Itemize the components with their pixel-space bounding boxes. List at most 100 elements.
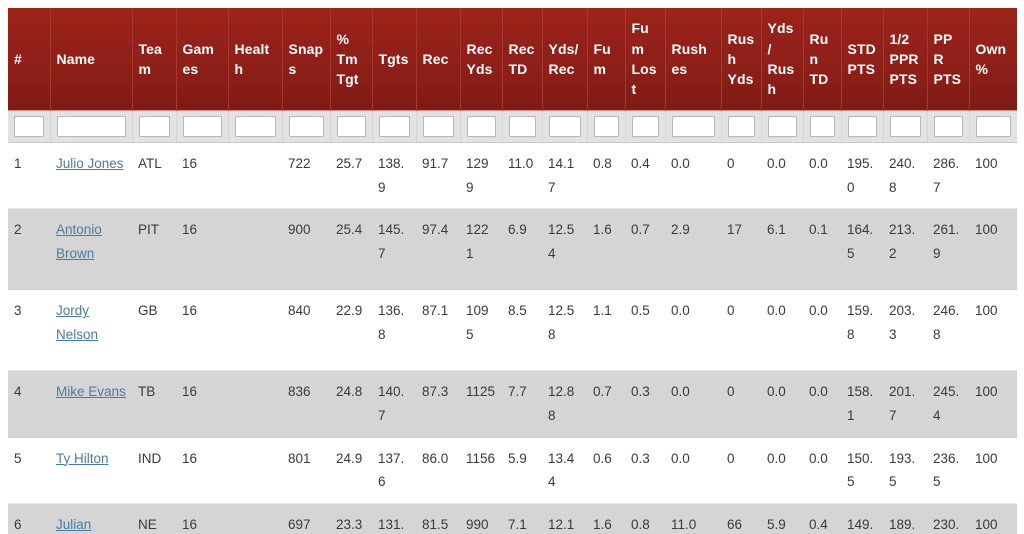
column-header-rushes[interactable]: Rushes: [664, 8, 722, 111]
cell-pct_tm_tgt: 23.3: [330, 503, 372, 534]
cell-fum: 1.1: [587, 289, 625, 372]
filter-cell-fum_lost: [625, 110, 666, 143]
column-header-name[interactable]: Name: [49, 8, 133, 111]
filter-input-rush_yds[interactable]: [727, 116, 755, 137]
cell-pct_tm_tgt: 24.8: [330, 370, 372, 438]
filter-input-rank[interactable]: [14, 116, 44, 137]
column-header-yds_rec[interactable]: Yds/ Rec: [541, 8, 588, 111]
cell-half_ppr_pts: 213.2: [883, 208, 927, 291]
filter-input-own_pct[interactable]: [975, 116, 1011, 137]
cell-own_pct: 100: [969, 289, 1017, 372]
cell-team: TB: [132, 370, 176, 438]
filter-input-run_td[interactable]: [809, 116, 835, 137]
cell-rec: 97.4: [416, 208, 460, 291]
filter-cell-snaps: [282, 110, 331, 143]
cell-rank: 6: [8, 503, 50, 534]
column-header-run_td[interactable]: Run TD: [802, 8, 842, 111]
player-name-link[interactable]: Ty Hilton: [56, 451, 109, 466]
column-header-fum[interactable]: Fum: [586, 8, 626, 111]
cell-rush_yds: 0: [721, 437, 761, 504]
cell-rec_td: 11.0: [502, 142, 542, 210]
cell-fum_lost: 0.4: [625, 142, 665, 210]
cell-yds_rush: 0.0: [761, 437, 803, 504]
column-header-half_ppr_pts[interactable]: 1/2 PPR PTS: [882, 8, 928, 111]
filter-input-fum_lost[interactable]: [631, 116, 659, 137]
cell-pct_tm_tgt: 25.7: [330, 142, 372, 210]
cell-run_td: 0.0: [803, 289, 841, 372]
cell-run_td: 0.0: [803, 437, 841, 504]
filter-input-pct_tm_tgt[interactable]: [336, 116, 366, 137]
filter-input-fum[interactable]: [593, 116, 619, 137]
cell-fum: 1.6: [587, 208, 625, 291]
cell-run_td: 0.4: [803, 503, 841, 534]
column-header-rank[interactable]: #: [8, 8, 51, 111]
filter-input-name[interactable]: [56, 116, 126, 137]
column-header-rush_yds[interactable]: Rush Yds: [720, 8, 762, 111]
column-header-yds_rush[interactable]: Yds/ Rush: [760, 8, 804, 111]
cell-yds_rush: 0.0: [761, 370, 803, 438]
cell-health: [228, 370, 282, 438]
player-name-link[interactable]: Antonio Brown: [56, 222, 102, 261]
filter-input-tgts[interactable]: [378, 116, 410, 137]
filter-input-games[interactable]: [182, 116, 222, 137]
column-header-health[interactable]: Health: [227, 8, 283, 111]
cell-name: Antonio Brown: [50, 208, 132, 291]
filter-input-ppr_pts[interactable]: [933, 116, 963, 137]
filter-input-team[interactable]: [138, 116, 170, 137]
column-filter-row[interactable]: [8, 110, 1017, 143]
column-header-tgts[interactable]: Tgts: [371, 8, 417, 111]
table-row: 6 Julian Edelman NE16 69723.3131.981.59907.…: [8, 503, 1017, 534]
cell-name: Mike Evans: [50, 370, 132, 438]
filter-input-std_pts[interactable]: [847, 116, 877, 137]
cell-health: [228, 437, 282, 504]
cell-half_ppr_pts: 201.7: [883, 370, 927, 438]
cell-games: 16: [176, 208, 228, 291]
cell-yds_rec: 12.88: [542, 370, 587, 438]
column-header-ppr_pts[interactable]: PPR PTS: [926, 8, 970, 111]
column-header-std_pts[interactable]: STD PTS: [840, 8, 884, 111]
filter-input-rushes[interactable]: [671, 116, 715, 137]
column-header-pct_tm_tgt[interactable]: % Tm Tgt: [329, 8, 373, 111]
column-header-own_pct[interactable]: Own%: [968, 8, 1017, 111]
filter-cell-rec_yds: [460, 110, 503, 143]
cell-half_ppr_pts: 203.3: [883, 289, 927, 372]
player-name-link[interactable]: Jordy Nelson: [56, 303, 98, 342]
cell-snaps: 840: [282, 289, 330, 372]
cell-rec_td: 6.9: [502, 208, 542, 291]
player-name-link[interactable]: Mike Evans: [56, 384, 126, 399]
column-header-team[interactable]: Team: [131, 8, 177, 111]
filter-input-rec[interactable]: [422, 116, 454, 137]
filter-input-rec_td[interactable]: [508, 116, 536, 137]
cell-run_td: 0.1: [803, 208, 841, 291]
column-header-snaps[interactable]: Snaps: [281, 8, 331, 111]
column-header-rec_td[interactable]: Rec TD: [501, 8, 543, 111]
filter-input-half_ppr_pts[interactable]: [889, 116, 921, 137]
filter-cell-rec: [416, 110, 461, 143]
cell-yds_rush: 0.0: [761, 142, 803, 210]
column-header-rec[interactable]: Rec: [415, 8, 461, 111]
filter-input-yds_rec[interactable]: [548, 116, 581, 137]
player-name-link[interactable]: Julian Edelman: [56, 517, 109, 534]
table-row: 4 Mike Evans TB 16 836 24.8 140.7 87.3 1125 7.7 12…: [8, 370, 1017, 438]
cell-ppr_pts: 246.8: [927, 289, 969, 372]
filter-input-rec_yds[interactable]: [466, 116, 496, 137]
column-header-fum_lost[interactable]: Fum Lost: [624, 8, 666, 111]
cell-rec_yds: 1156: [460, 437, 502, 504]
cell-run_td: 0.0: [803, 370, 841, 438]
cell-health: [228, 142, 282, 210]
cell-half_ppr_pts: 193.5: [883, 437, 927, 504]
column-header-games[interactable]: Games: [175, 8, 229, 111]
cell-yds_rec: 12.15: [542, 503, 587, 534]
cell-rank: 4: [8, 370, 50, 438]
cell-team: NE: [132, 503, 176, 534]
cell-std_pts: 164.5: [841, 208, 883, 291]
cell-rushes: 2.9: [665, 208, 721, 291]
filter-input-yds_rush[interactable]: [767, 116, 797, 137]
filter-input-health[interactable]: [234, 116, 276, 137]
column-header-rec_yds[interactable]: Rec Yds: [459, 8, 503, 111]
filter-input-snaps[interactable]: [288, 116, 324, 137]
cell-tgts: 137.6: [372, 437, 416, 504]
player-name-link[interactable]: Julio Jones: [56, 156, 124, 171]
cell-tgts: 136.8: [372, 289, 416, 372]
cell-rec_td: 7.7: [502, 370, 542, 438]
